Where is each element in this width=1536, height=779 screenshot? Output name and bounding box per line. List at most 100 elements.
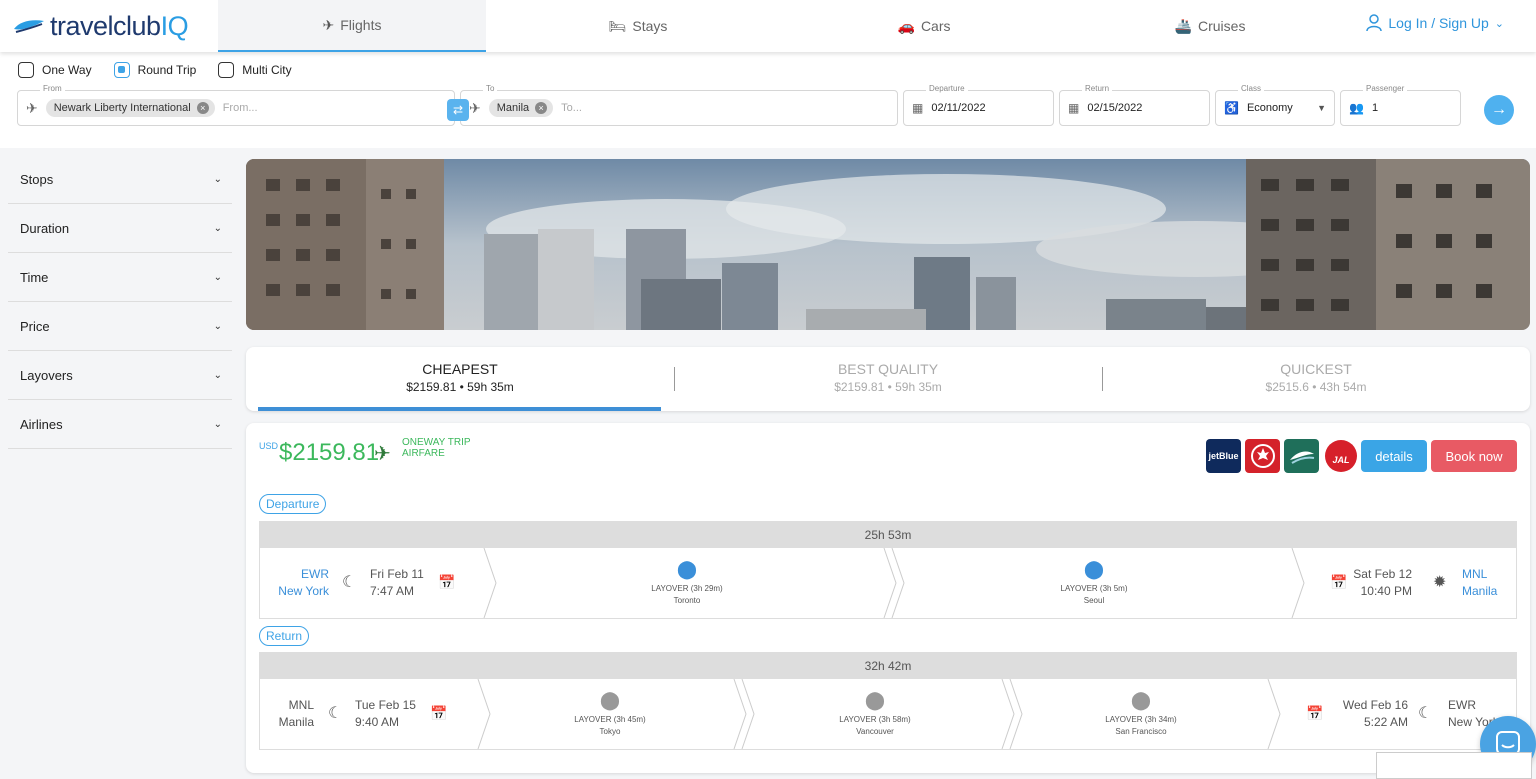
- passenger-field[interactable]: Passenger 👥 1: [1340, 84, 1461, 126]
- people-icon: 👥: [1349, 101, 1364, 115]
- logo-plane-icon: [14, 20, 44, 33]
- time: 9:40 AM: [355, 715, 400, 729]
- layover-stop: ⬤ LAYOVER (3h 5m) Seoul: [1014, 560, 1174, 605]
- filter-price[interactable]: Price ⌄: [8, 302, 232, 351]
- search-submit-button[interactable]: →: [1484, 95, 1514, 125]
- tab-flights-label: Flights: [340, 17, 382, 33]
- departure-tag: Departure: [259, 494, 327, 514]
- moon-icon: ☾: [328, 705, 343, 722]
- sort-tab-subtitle: $2159.81 • 59h 35m: [834, 380, 942, 394]
- departure-itinerary[interactable]: 25h 53m EWR New York ☾ Fri Feb 11 7:47 A…: [259, 521, 1517, 619]
- jal-logo: JAL: [1323, 439, 1358, 473]
- return-date-field[interactable]: Return ▦ 02/15/2022: [1059, 84, 1210, 126]
- location-pin-icon: ⬤: [864, 690, 886, 710]
- departure-date-field[interactable]: Departure ▦ 02/11/2022: [903, 84, 1054, 126]
- checkbox[interactable]: [218, 62, 235, 78]
- sort-tab-title: QUICKEST: [1280, 361, 1352, 377]
- clear-icon[interactable]: ×: [535, 102, 548, 114]
- calendar-icon: ▦: [912, 101, 924, 115]
- to-input[interactable]: To...: [561, 102, 582, 114]
- swap-locations-button[interactable]: ⇄: [447, 99, 469, 121]
- airport-city: New York: [278, 584, 329, 598]
- to-field[interactable]: To ✈ Manila × To...: [460, 84, 898, 126]
- chevron-down-icon: ⌄: [213, 222, 222, 234]
- ship-icon: 🚢: [1174, 17, 1192, 34]
- return-label: Return: [1082, 84, 1113, 93]
- layover-stop: ⬤ LAYOVER (3h 45m) Tokyo: [530, 691, 690, 736]
- layover-city: Tokyo: [599, 727, 621, 736]
- class-select[interactable]: Class ♿ Economy ▼: [1215, 84, 1335, 126]
- plane-icon: ✈: [374, 443, 391, 465]
- layover-duration: LAYOVER (3h 29m): [651, 584, 723, 593]
- origin-airport: EWR New York: [274, 566, 329, 600]
- trip-option-one-way[interactable]: One Way: [18, 62, 92, 78]
- sort-tab-cheapest[interactable]: CHEAPEST $2159.81 • 59h 35m: [260, 361, 660, 394]
- destination-airport: MNL Manila: [1462, 566, 1497, 600]
- flight-search-form: One Way Round Trip Multi City From ✈ New…: [0, 52, 1536, 148]
- filter-layovers[interactable]: Layovers ⌄: [8, 351, 232, 400]
- airline-logos: jetBlue JAL: [1206, 439, 1358, 473]
- filter-time[interactable]: Time ⌄: [8, 253, 232, 302]
- tab-stays[interactable]: 🛏 Stays: [504, 0, 772, 52]
- sort-tab-best-quality[interactable]: BEST QUALITY $2159.81 • 59h 35m: [688, 361, 1088, 394]
- clear-icon[interactable]: ×: [196, 102, 209, 114]
- from-label: From: [40, 84, 65, 93]
- location-pin-icon: ⬤: [599, 690, 621, 710]
- seat-icon: ♿: [1224, 101, 1239, 115]
- chevron-separator-icon: [483, 548, 497, 618]
- login-signup-link[interactable]: Log In / Sign Up ⌄: [1366, 14, 1504, 32]
- top-navigation: travelclubIQ ✈ Flights 🛏 Stays 🚗 Cars 🚢 …: [0, 0, 1536, 52]
- layover-city: Toronto: [673, 596, 701, 605]
- trip-type-options: One Way Round Trip Multi City: [18, 62, 292, 78]
- trip-type-line: AIRFARE: [402, 448, 445, 459]
- sort-tab-title: CHEAPEST: [422, 361, 498, 377]
- airport-code: MNL: [1462, 567, 1488, 581]
- filter-duration[interactable]: Duration ⌄: [8, 204, 232, 253]
- screen-thumbnail: [1376, 752, 1532, 779]
- checkbox[interactable]: [18, 62, 34, 78]
- class-label: Class: [1238, 84, 1265, 93]
- from-field[interactable]: From ✈ Newark Liberty International × Fr…: [17, 84, 455, 126]
- divider: [1102, 367, 1103, 391]
- filter-airlines[interactable]: Airlines ⌄: [8, 400, 232, 449]
- filter-stops[interactable]: Stops ⌄: [8, 155, 232, 204]
- passenger-label: Passenger: [1363, 84, 1408, 93]
- location-pin-icon: ⬤: [1083, 559, 1105, 579]
- plane-icon: ✈: [26, 99, 38, 116]
- sort-tab-quickest[interactable]: QUICKEST $2515.6 • 43h 54m: [1116, 361, 1516, 394]
- origin-airport: MNL Manila: [272, 697, 314, 731]
- active-sort-indicator: [258, 407, 661, 411]
- tab-flights[interactable]: ✈ Flights: [218, 0, 486, 52]
- divider: [674, 367, 675, 391]
- tab-cruises[interactable]: 🚢 Cruises: [1076, 0, 1344, 52]
- city-skyline-image: [246, 159, 1530, 330]
- trip-option-multi-city[interactable]: Multi City: [218, 62, 292, 78]
- chevron-separator-icon: [1267, 679, 1281, 749]
- from-input[interactable]: From...: [223, 102, 258, 114]
- layover-duration: LAYOVER (3h 58m): [839, 715, 911, 724]
- calendar-icon: ▦: [1068, 101, 1080, 115]
- maple-leaf-icon: [1250, 444, 1275, 468]
- trip-option-round-trip[interactable]: Round Trip: [113, 62, 196, 78]
- arrival-datetime: Sat Feb 12 10:40 PM: [1352, 566, 1412, 600]
- details-button[interactable]: details: [1361, 440, 1427, 472]
- brand-logo[interactable]: travelclubIQ: [12, 10, 189, 42]
- tab-cars[interactable]: 🚗 Cars: [790, 0, 1058, 52]
- to-chip: Manila ×: [488, 99, 554, 117]
- date: Fri Feb 11: [370, 567, 424, 581]
- sort-tab-title: BEST QUALITY: [837, 361, 939, 377]
- return-itinerary[interactable]: 32h 42m MNL Manila ☾ Tue Feb 15 9:40 AM …: [259, 652, 1517, 750]
- chevron-separator-icon: [1001, 679, 1023, 749]
- sun-icon: ✹: [1433, 574, 1447, 591]
- filter-label: Airlines: [20, 416, 63, 432]
- tab-cars-label: Cars: [920, 18, 951, 34]
- airport-code: EWR: [301, 567, 329, 581]
- price-currency: USD: [259, 441, 279, 451]
- date: Sat Feb 12: [1353, 567, 1412, 581]
- checkbox-checked[interactable]: [113, 62, 130, 78]
- chevron-separator-icon: [883, 548, 905, 618]
- book-now-button[interactable]: Book now: [1431, 440, 1517, 472]
- departure-datetime: Tue Feb 15 9:40 AM: [355, 697, 416, 731]
- from-chip: Newark Liberty International ×: [45, 99, 215, 117]
- air-canada-logo: [1245, 439, 1280, 473]
